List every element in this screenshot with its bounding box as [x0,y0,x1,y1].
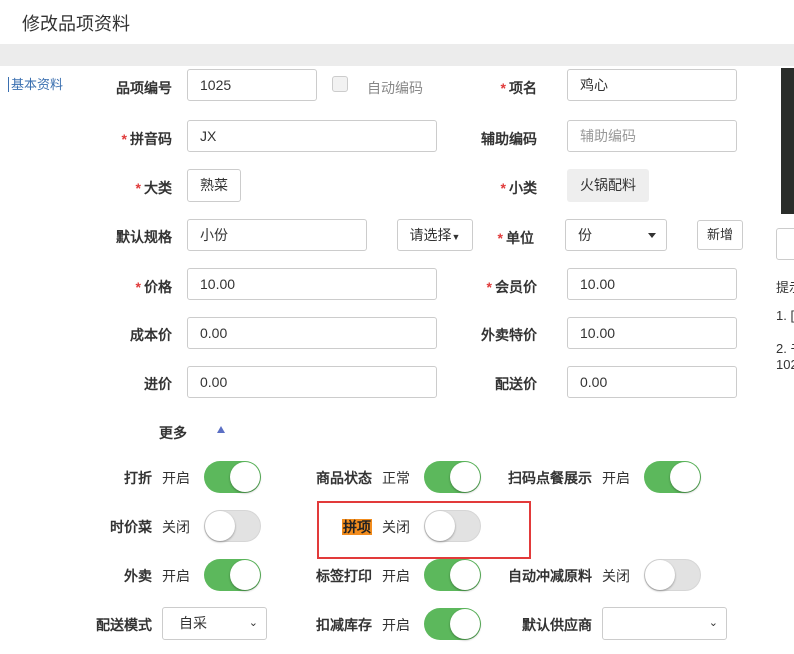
hint-line-3: 102 [776,357,794,372]
auto-code-checkbox[interactable] [332,76,348,92]
item-no-label: 品项编号 [116,80,172,96]
discount-toggle[interactable] [204,461,261,493]
deduct-stock-state: 开启 [382,617,410,633]
cost-price-input[interactable] [187,317,437,349]
label-print-state: 开启 [382,568,410,584]
takeout-price-label: 外卖特价 [481,327,537,343]
required-mark: * [497,230,503,246]
page-title: 修改品项资料 [22,14,130,34]
required-mark: * [500,180,506,196]
delivery-mode-value: 自采 [179,615,207,631]
label-print-label: 标签打印 [316,568,372,584]
item-name-label: * 项名 [500,80,537,96]
member-price-label: * 会员价 [486,279,537,295]
deduct-stock-label: 扣减库存 [316,617,372,633]
required-mark: * [121,131,127,147]
required-mark: * [135,180,141,196]
required-mark: * [500,80,506,96]
highlight-box [317,501,531,559]
chevron-down-icon: ⌄ [708,617,718,629]
default-supplier-label: 默认供应商 [522,617,592,633]
item-no-input[interactable] [187,69,317,101]
choose-spec-dropdown-button[interactable]: 请选择▼ [397,219,473,251]
toggle-knob [450,462,480,492]
toggle-knob [230,560,260,590]
toggle-knob [450,560,480,590]
page-header: 修改品项资料 [0,0,794,44]
delivery-price-input[interactable] [567,366,737,398]
default-spec-label: 默认规格 [116,229,172,245]
scan-display-toggle[interactable] [644,461,701,493]
sidebar-item-basic-info[interactable]: 基本资料 [8,77,63,92]
triangle-up-icon[interactable] [217,426,225,433]
market-price-toggle[interactable] [204,510,261,542]
price-label: * 价格 [135,279,172,295]
market-price-label: 时价菜 [110,519,152,535]
add-unit-button[interactable]: 新增 [697,220,743,250]
takeout-label: 外卖 [124,568,152,584]
aux-code-label: 辅助编码 [481,131,537,147]
discount-label: 打折 [124,470,152,486]
hint-line-1: 1. [ [776,308,794,323]
category-button[interactable]: 熟菜 [187,169,241,202]
auto-deduct-toggle[interactable] [644,559,701,591]
takeout-toggle[interactable] [204,559,261,591]
item-status-toggle[interactable] [424,461,481,493]
default-supplier-select[interactable]: ⌄ [602,607,727,640]
toggle-knob [670,462,700,492]
toggle-knob [645,560,675,590]
discount-state: 开启 [162,470,190,486]
image-upload-button[interactable] [776,228,794,260]
unit-label: * 单位 [497,230,534,246]
more-toggle[interactable]: 更多 [159,423,187,443]
auto-deduct-state: 关闭 [602,568,630,584]
header-divider-band [0,44,794,66]
scan-display-state: 开启 [602,470,630,486]
auto-deduct-label: 自动冲减原料 [508,568,592,584]
default-spec-input[interactable] [187,219,367,251]
toggle-knob [450,609,480,639]
takeout-price-input[interactable] [567,317,737,349]
required-mark: * [135,279,141,295]
label-print-toggle[interactable] [424,559,481,591]
required-mark: * [486,279,492,295]
takeout-state: 开启 [162,568,190,584]
delivery-price-label: 配送价 [495,376,537,392]
item-name-input[interactable] [567,69,737,101]
delivery-mode-label: 配送模式 [96,617,152,633]
deduct-stock-toggle[interactable] [424,608,481,640]
unit-select[interactable]: 份 [565,219,667,251]
caret-down-icon: ▼ [451,232,461,242]
item-status-label: 商品状态 [316,470,372,486]
subcategory-button[interactable]: 火锅配料 [567,169,649,202]
auto-code-label: 自动编码 [367,80,423,96]
hint-title: 提示 [776,280,794,295]
item-status-state: 正常 [382,470,410,486]
caret-down-icon [648,233,656,238]
cost-price-label: 成本价 [130,327,172,343]
aux-code-input[interactable] [567,120,737,152]
chevron-down-icon: ⌄ [248,617,258,629]
hint-line-2: 2. 书 [776,341,794,356]
toggle-knob [230,462,260,492]
purchase-price-input[interactable] [187,366,437,398]
toggle-knob [205,511,235,541]
purchase-price-label: 进价 [144,376,172,392]
price-input[interactable] [187,268,437,300]
scan-display-label: 扫码点餐展示 [508,470,592,486]
market-price-state: 关闭 [162,519,190,535]
subcategory-label: * 小类 [500,180,537,196]
delivery-mode-select[interactable]: 自采 ⌄ [162,607,267,640]
unit-select-value: 份 [578,227,592,243]
pinyin-input[interactable] [187,120,437,152]
pinyin-label: * 拼音码 [121,131,172,147]
category-label: * 大类 [135,180,172,196]
member-price-input[interactable] [567,268,737,300]
item-image [781,68,794,214]
